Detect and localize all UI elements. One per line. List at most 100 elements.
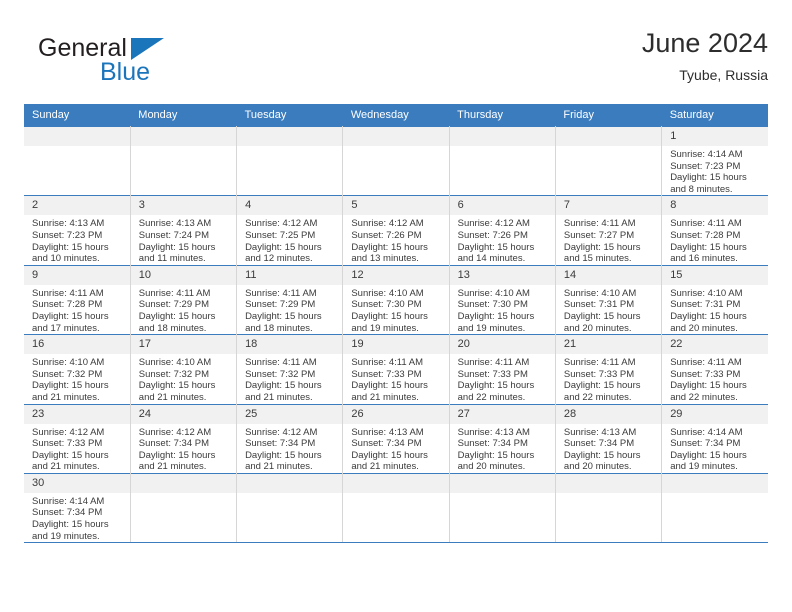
day-number: 30 — [24, 473, 130, 493]
calendar-day-cell[interactable]: 14 Sunrise: 4:10 AM Sunset: 7:31 PM Dayligh… — [555, 264, 663, 335]
calendar-day-cell[interactable]: 15 Sunrise: 4:10 AM Sunset: 7:31 PM Dayligh… — [661, 264, 768, 335]
calendar-cell-empty — [449, 472, 556, 544]
calendar-day-cell[interactable]: 12 Sunrise: 4:10 AM Sunset: 7:30 PM Dayligh… — [342, 264, 450, 335]
daylight-text-line1: Daylight: 15 hours — [351, 310, 428, 322]
daylight-text-line2: and 20 minutes. — [563, 322, 632, 334]
day-details: Sunrise: 4:12 AM Sunset: 7:26 PM Daylight:… — [343, 215, 448, 264]
page-subtitle: Tyube, Russia — [679, 67, 768, 83]
day-details: Sunrise: 4:12 AM Sunset: 7:25 PM Daylight:… — [237, 215, 342, 264]
day-details: Sunrise: 4:10 AM Sunset: 7:30 PM Daylight:… — [343, 285, 448, 334]
day-number — [130, 473, 237, 493]
day-details: Sunrise: 4:13 AM Sunset: 7:34 PM Daylight:… — [556, 424, 661, 473]
calendar-day-cell[interactable]: 4 Sunrise: 4:12 AM Sunset: 7:25 PM Daylight… — [236, 195, 344, 266]
sunset-text: Sunset: 7:34 PM — [245, 438, 316, 450]
day-number — [449, 473, 555, 493]
daylight-text-line2: and 19 minutes. — [457, 322, 526, 334]
sunrise-text: Sunrise: 4:12 AM — [245, 218, 318, 230]
sunset-text: Sunset: 7:34 PM — [138, 438, 210, 450]
calendar-day-cell[interactable]: 16 Sunrise: 4:10 AM Sunset: 7:32 PM Dayligh… — [24, 334, 131, 404]
calendar-day-cell[interactable]: 29 Sunrise: 4:14 AM Sunset: 7:34 PM Dayligh… — [661, 403, 768, 474]
sunrise-text: Sunrise: 4:10 AM — [138, 357, 212, 369]
daylight-text-line2: and 21 minutes. — [245, 391, 313, 403]
day-number: 23 — [24, 404, 130, 424]
calendar-day-cell[interactable]: 22 Sunrise: 4:11 AM Sunset: 7:33 PM Dayligh… — [661, 334, 768, 404]
calendar-day-cell[interactable]: 3 Sunrise: 4:13 AM Sunset: 7:24 PM Daylight… — [130, 195, 238, 266]
calendar-day-cell[interactable]: 24 Sunrise: 4:12 AM Sunset: 7:34 PM Dayligh… — [130, 403, 238, 474]
calendar-day-cell[interactable]: 30 Sunrise: 4:14 AM Sunset: 7:34 PM Dayligh… — [24, 472, 131, 544]
day-number — [237, 473, 343, 493]
sunset-text: Sunset: 7:27 PM — [563, 229, 635, 241]
day-details: Sunrise: 4:11 AM Sunset: 7:28 PM Daylight:… — [24, 285, 130, 334]
weekday-header-saturday: Saturday — [661, 104, 768, 127]
calendar-day-cell[interactable]: 5 Sunrise: 4:12 AM Sunset: 7:26 PM Daylight… — [342, 195, 450, 266]
calendar-day-cell[interactable]: 13 Sunrise: 4:10 AM Sunset: 7:30 PM Dayligh… — [449, 264, 556, 335]
daylight-text-line1: Daylight: 15 hours — [457, 380, 535, 392]
day-details: Sunrise: 4:11 AM Sunset: 7:33 PM Daylight:… — [662, 354, 768, 403]
sunset-text: Sunset: 7:32 PM — [245, 368, 316, 380]
sunset-text: Sunset: 7:25 PM — [245, 229, 316, 241]
day-details: Sunrise: 4:14 AM Sunset: 7:34 PM Daylight:… — [24, 493, 130, 542]
sunrise-text: Sunrise: 4:11 AM — [563, 218, 636, 230]
day-number: 26 — [343, 404, 449, 424]
calendar-day-cell[interactable]: 23 Sunrise: 4:12 AM Sunset: 7:33 PM Dayligh… — [24, 403, 131, 474]
daylight-text-line1: Daylight: 15 hours — [32, 310, 109, 322]
calendar-day-cell[interactable]: 8 Sunrise: 4:11 AM Sunset: 7:28 PM Daylight… — [661, 195, 768, 266]
calendar-day-cell[interactable]: 18 Sunrise: 4:11 AM Sunset: 7:32 PM Dayligh… — [236, 334, 344, 404]
sunrise-text: Sunrise: 4:12 AM — [457, 218, 530, 230]
calendar-day-cell[interactable]: 6 Sunrise: 4:12 AM Sunset: 7:26 PM Daylight… — [449, 195, 556, 266]
daylight-text-line1: Daylight: 15 hours — [245, 380, 322, 392]
daylight-text-line1: Daylight: 15 hours — [457, 310, 535, 322]
sunset-text: Sunset: 7:29 PM — [245, 299, 316, 311]
sunset-text: Sunset: 7:31 PM — [670, 299, 741, 311]
daylight-text-line1: Daylight: 15 hours — [670, 241, 747, 253]
calendar-cell-empty — [342, 472, 450, 544]
calendar-day-cell[interactable]: 11 Sunrise: 4:11 AM Sunset: 7:29 PM Dayligh… — [236, 264, 344, 335]
calendar-day-cell[interactable]: 2 Sunrise: 4:13 AM Sunset: 7:23 PM Daylight… — [24, 195, 131, 266]
calendar-day-cell[interactable]: 19 Sunrise: 4:11 AM Sunset: 7:33 PM Dayligh… — [342, 334, 450, 404]
day-number: 27 — [449, 404, 555, 424]
day-details: Sunrise: 4:11 AM Sunset: 7:29 PM Daylight:… — [131, 285, 236, 334]
calendar-day-cell[interactable]: 21 Sunrise: 4:11 AM Sunset: 7:33 PM Dayligh… — [555, 334, 663, 404]
calendar-day-cell[interactable]: 25 Sunrise: 4:12 AM Sunset: 7:34 PM Dayligh… — [236, 403, 344, 474]
day-details: Sunrise: 4:12 AM Sunset: 7:33 PM Daylight:… — [24, 424, 130, 473]
daylight-text-line1: Daylight: 15 hours — [670, 310, 747, 322]
day-details: Sunrise: 4:13 AM Sunset: 7:34 PM Daylight:… — [343, 424, 448, 473]
sunset-text: Sunset: 7:33 PM — [32, 438, 103, 450]
sunrise-text: Sunrise: 4:11 AM — [670, 218, 742, 230]
calendar-day-cell[interactable]: 26 Sunrise: 4:13 AM Sunset: 7:34 PM Dayligh… — [342, 403, 450, 474]
sunset-text: Sunset: 7:26 PM — [351, 229, 422, 241]
calendar-day-cell[interactable]: 10 Sunrise: 4:11 AM Sunset: 7:29 PM Dayligh… — [130, 264, 238, 335]
daylight-text-line2: and 18 minutes. — [138, 322, 207, 334]
sunrise-text: Sunrise: 4:10 AM — [563, 287, 637, 299]
sunrise-text: Sunrise: 4:11 AM — [351, 357, 423, 369]
calendar-day-cell[interactable]: 9 Sunrise: 4:11 AM Sunset: 7:28 PM Daylight… — [24, 264, 131, 335]
sunrise-text: Sunrise: 4:11 AM — [457, 357, 530, 369]
sunrise-text: Sunrise: 4:13 AM — [563, 426, 637, 438]
daylight-text-line1: Daylight: 15 hours — [138, 241, 216, 253]
calendar-day-cell[interactable]: 20 Sunrise: 4:11 AM Sunset: 7:33 PM Dayligh… — [449, 334, 556, 404]
daylight-text-line2: and 22 minutes. — [563, 391, 632, 403]
calendar-cell-empty — [130, 472, 238, 544]
day-number: 25 — [237, 404, 343, 424]
day-number — [555, 473, 662, 493]
calendar-day-cell[interactable]: 17 Sunrise: 4:10 AM Sunset: 7:32 PM Dayligh… — [130, 334, 238, 404]
calendar-day-cell[interactable]: 1 Sunrise: 4:14 AM Sunset: 7:23 PM Daylight… — [661, 125, 768, 196]
weekday-header-monday: Monday — [130, 104, 237, 127]
calendar-day-cell[interactable]: 27 Sunrise: 4:13 AM Sunset: 7:34 PM Dayligh… — [449, 403, 556, 474]
daylight-text-line2: and 21 minutes. — [32, 391, 100, 403]
daylight-text-line1: Daylight: 15 hours — [457, 449, 535, 461]
daylight-text-line2: and 17 minutes. — [32, 322, 100, 334]
daylight-text-line1: Daylight: 15 hours — [563, 241, 641, 253]
page-header: General Blue June 2024 Tyube, Russia — [24, 26, 768, 98]
daylight-text-line2: and 21 minutes. — [245, 461, 313, 473]
daylight-text-line2: and 19 minutes. — [670, 461, 738, 473]
calendar-day-cell[interactable]: 7 Sunrise: 4:11 AM Sunset: 7:27 PM Daylight… — [555, 195, 663, 266]
daylight-text-line2: and 10 minutes. — [32, 253, 100, 265]
weekday-header-thursday: Thursday — [449, 104, 556, 127]
day-details: Sunrise: 4:13 AM Sunset: 7:23 PM Daylight:… — [24, 215, 130, 264]
day-number: 20 — [449, 335, 555, 355]
calendar-day-cell[interactable]: 28 Sunrise: 4:13 AM Sunset: 7:34 PM Dayligh… — [555, 403, 663, 474]
daylight-text-line2: and 20 minutes. — [457, 461, 526, 473]
daylight-text-line1: Daylight: 15 hours — [32, 449, 109, 461]
day-number: 15 — [662, 265, 768, 285]
